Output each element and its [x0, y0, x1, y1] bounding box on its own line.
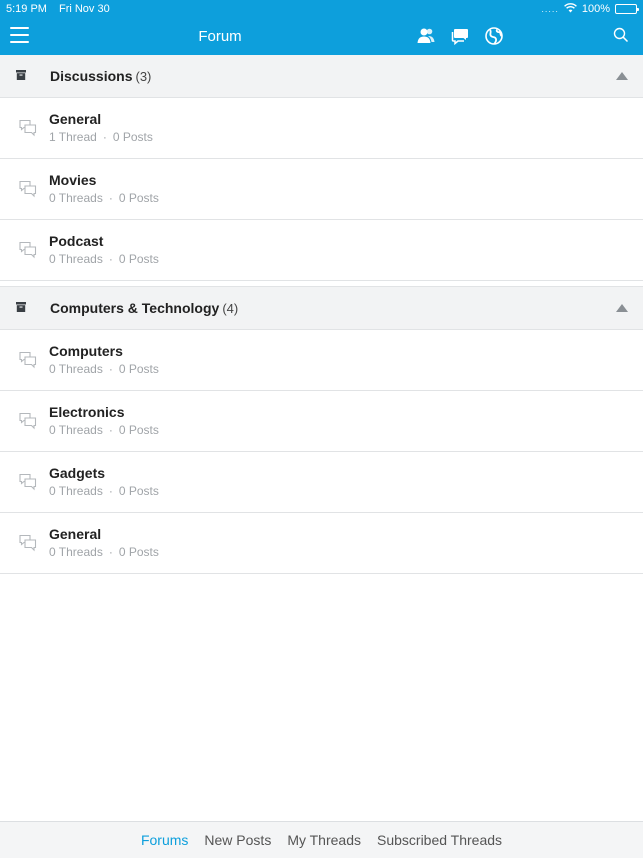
tab-new-posts[interactable]: New Posts [204, 832, 271, 848]
forum-chat-icon [19, 351, 37, 369]
search-icon[interactable] [613, 27, 629, 43]
category-count: (3) [135, 69, 152, 84]
bottom-tab-bar: Forums New Posts My Threads Subscribed T… [0, 821, 643, 858]
forum-chat-icon [19, 241, 37, 259]
category-header-discussions[interactable]: Discussions (3) [0, 55, 643, 98]
forum-name: Movies [49, 172, 97, 188]
forum-name: Podcast [49, 233, 104, 249]
signal-dots: ..... [541, 4, 559, 14]
battery-icon [615, 4, 639, 14]
status-date: Fri Nov 30 [58, 3, 110, 15]
forum-stats: 1 Thread · 0 Posts [49, 130, 153, 144]
conversations-icon[interactable] [450, 26, 470, 46]
forum-chat-icon [19, 412, 37, 430]
forum-row-general-2[interactable]: General 0 Threads · 0 Posts [0, 513, 643, 574]
category-title: Computers & Technology (4) [50, 300, 239, 316]
forum-row-gadgets[interactable]: Gadgets 0 Threads · 0 Posts [0, 452, 643, 513]
tab-my-threads[interactable]: My Threads [287, 832, 361, 848]
status-bar: 5:19 PM Fri Nov 30 ..... 100% [0, 0, 643, 18]
archive-icon [16, 70, 26, 80]
members-icon[interactable] [416, 26, 436, 46]
forum-stats: 0 Threads · 0 Posts [49, 423, 159, 437]
battery-percent: 100% [581, 3, 610, 15]
forum-row-movies[interactable]: Movies 0 Threads · 0 Posts [0, 159, 643, 220]
forum-row-podcast[interactable]: Podcast 0 Threads · 0 Posts [0, 220, 643, 281]
category-title: Discussions (3) [50, 68, 152, 84]
nav-bar: Forum [0, 18, 643, 55]
forum-chat-icon [19, 180, 37, 198]
collapse-caret-icon[interactable] [616, 72, 628, 80]
forum-name: Computers [49, 343, 123, 359]
forum-chat-icon [19, 534, 37, 552]
forum-list: Discussions (3) General 1 Thread · 0 Posts … [0, 55, 643, 574]
forum-stats: 0 Threads · 0 Posts [49, 252, 159, 266]
forum-row-general[interactable]: General 1 Thread · 0 Posts [0, 98, 643, 159]
forum-row-computers[interactable]: Computers 0 Threads · 0 Posts [0, 330, 643, 391]
forum-name: General [49, 111, 102, 127]
forum-name: Electronics [49, 404, 125, 420]
forum-name: Gadgets [49, 465, 106, 481]
tab-forums[interactable]: Forums [141, 832, 188, 848]
forum-chat-icon [19, 119, 37, 137]
archive-icon [16, 302, 26, 312]
tab-subscribed-threads[interactable]: Subscribed Threads [377, 832, 502, 848]
forum-stats: 0 Threads · 0 Posts [49, 362, 159, 376]
wifi-icon [563, 2, 577, 16]
status-time: 5:19 PM [6, 3, 47, 15]
globe-icon[interactable] [484, 26, 504, 46]
forum-stats: 0 Threads · 0 Posts [49, 484, 159, 498]
forum-stats: 0 Threads · 0 Posts [49, 545, 159, 559]
category-header-computers-technology[interactable]: Computers & Technology (4) [0, 287, 643, 330]
collapse-caret-icon[interactable] [616, 304, 628, 312]
page-title: Forum [198, 28, 242, 45]
forum-row-electronics[interactable]: Electronics 0 Threads · 0 Posts [0, 391, 643, 452]
forum-stats: 0 Threads · 0 Posts [49, 191, 159, 205]
category-count: (4) [222, 301, 239, 316]
forum-chat-icon [19, 473, 37, 491]
forum-name: General [49, 526, 102, 542]
